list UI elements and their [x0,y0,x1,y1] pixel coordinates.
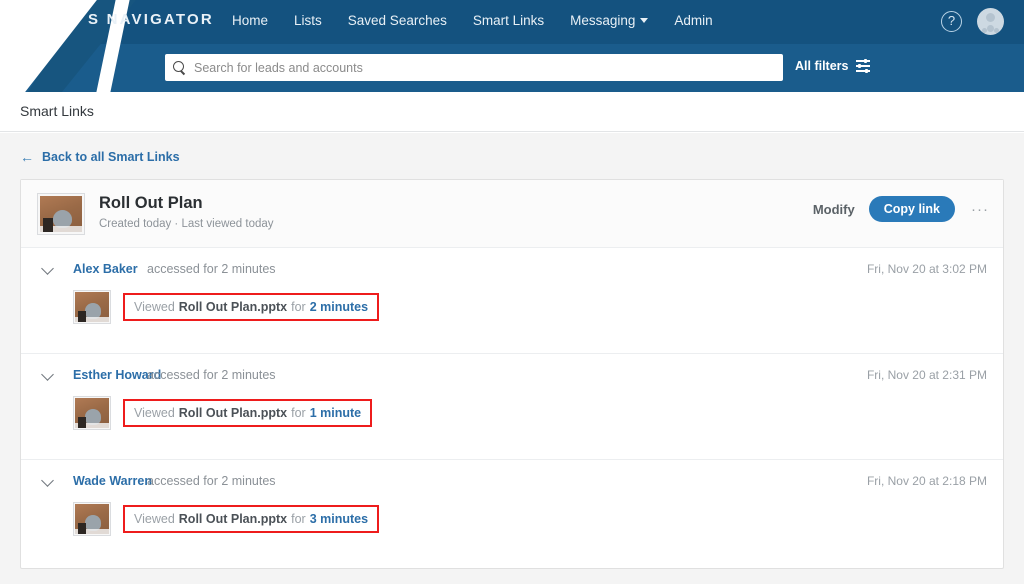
more-options-icon[interactable]: ··· [969,201,991,218]
activity-detail: Viewed Roll Out Plan.pptx for 2 minutes [73,290,380,324]
viewer-name-link[interactable]: Wade Warren [73,474,152,488]
filter-icon [855,58,870,74]
view-duration: 2 minutes [309,300,369,314]
file-name: Roll Out Plan.pptx [178,300,288,314]
back-link-label: Back to all Smart Links [42,150,180,164]
nav-item-lists[interactable]: Lists [294,13,322,28]
activity-row: Esther Howard accessed for 2 minutes Fri… [21,354,1003,460]
all-filters-label: All filters [795,59,849,73]
for-label: for [291,512,306,526]
viewer-access-summary: accessed for 2 minutes [147,368,276,382]
search-icon [173,60,187,75]
search-input[interactable]: Search for leads and accounts [165,54,783,81]
activity-detail: Viewed Roll Out Plan.pptx for 1 minute [73,396,373,430]
viewed-label: Viewed [134,300,175,314]
view-detail-highlight: Viewed Roll Out Plan.pptx for 1 minute [123,399,373,427]
nav-item-messaging[interactable]: Messaging [570,13,649,28]
activity-row-header[interactable]: Alex Baker accessed for 2 minutes Fri, N… [21,260,1003,282]
chevron-down-icon[interactable] [43,370,56,378]
avatar[interactable] [977,8,1004,35]
copy-link-button[interactable]: Copy link [868,196,955,222]
view-detail-highlight: Viewed Roll Out Plan.pptx for 2 minutes [123,293,380,321]
document-thumbnail [73,290,111,324]
nav-item-saved-searches[interactable]: Saved Searches [348,13,447,28]
document-thumbnail [73,396,111,430]
view-detail-highlight: Viewed Roll Out Plan.pptx for 3 minutes [123,505,380,533]
nav-item-label: Home [232,13,269,28]
modify-button[interactable]: Modify [813,202,855,217]
nav-item-label: Messaging [570,13,636,28]
activity-row-header[interactable]: Esther Howard accessed for 2 minutes Fri… [21,366,1003,388]
card-header: Roll Out Plan Created today · Last viewe… [21,180,1003,248]
top-navigation-bar: S NAVIGATOR Home Lists Saved Searches Sm… [0,0,1024,92]
main-content: ← Back to all Smart Links Roll Out Plan … [0,133,1024,584]
activity-row: Wade Warren accessed for 2 minutes Fri, … [21,460,1003,566]
activity-list: Alex Baker accessed for 2 minutes Fri, N… [21,248,1003,566]
card-actions: Modify Copy link ··· [813,196,991,222]
page-title-bar: Smart Links [0,92,1024,132]
viewer-timestamp: Fri, Nov 20 at 3:02 PM [866,262,987,276]
smart-link-thumbnail [37,193,85,235]
chevron-down-icon[interactable] [43,476,56,484]
nav-item-label: Admin [674,13,713,28]
viewer-access-summary: accessed for 2 minutes [147,474,276,488]
page-title: Smart Links [20,103,94,119]
smart-link-title: Roll Out Plan [99,194,203,212]
activity-row-header[interactable]: Wade Warren accessed for 2 minutes Fri, … [21,472,1003,494]
activity-row: Alex Baker accessed for 2 minutes Fri, N… [21,248,1003,354]
nav-item-label: Saved Searches [347,13,447,28]
smart-link-card: Roll Out Plan Created today · Last viewe… [20,179,1004,569]
viewed-label: Viewed [134,406,175,420]
search-placeholder: Search for leads and accounts [194,60,363,75]
help-icon[interactable]: ? [941,11,962,32]
viewer-access-summary: accessed for 2 minutes [147,262,276,276]
arrow-left-icon: ← [20,149,34,165]
nav-item-smart-links[interactable]: Smart Links [473,13,544,28]
chevron-down-icon[interactable] [43,264,56,272]
activity-detail: Viewed Roll Out Plan.pptx for 3 minutes [73,502,380,536]
view-duration: 3 minutes [309,512,369,526]
document-thumbnail [73,502,111,536]
all-filters-button[interactable]: All filters [795,58,870,74]
for-label: for [291,406,306,420]
brand-logo-text[interactable]: S NAVIGATOR [88,11,214,28]
file-name: Roll Out Plan.pptx [178,512,288,526]
nav-item-label: Smart Links [472,13,545,28]
smart-link-subtitle: Created today · Last viewed today [99,218,274,230]
back-to-all-smart-links-link[interactable]: ← Back to all Smart Links [20,150,180,164]
nav-item-label: Lists [294,13,322,28]
main-nav: Home Lists Saved Searches Smart Links Me… [232,13,713,28]
viewer-timestamp: Fri, Nov 20 at 2:18 PM [866,474,987,488]
chevron-down-icon [640,18,649,23]
app-root: S NAVIGATOR Home Lists Saved Searches Sm… [0,0,1024,584]
nav-item-admin[interactable]: Admin [674,13,712,28]
viewer-name-link[interactable]: Alex Baker [73,262,138,276]
for-label: for [291,300,306,314]
nav-item-home[interactable]: Home [232,13,268,28]
viewed-label: Viewed [134,512,175,526]
file-name: Roll Out Plan.pptx [178,406,288,420]
view-duration: 1 minute [309,406,362,420]
viewer-timestamp: Fri, Nov 20 at 2:31 PM [866,368,987,382]
